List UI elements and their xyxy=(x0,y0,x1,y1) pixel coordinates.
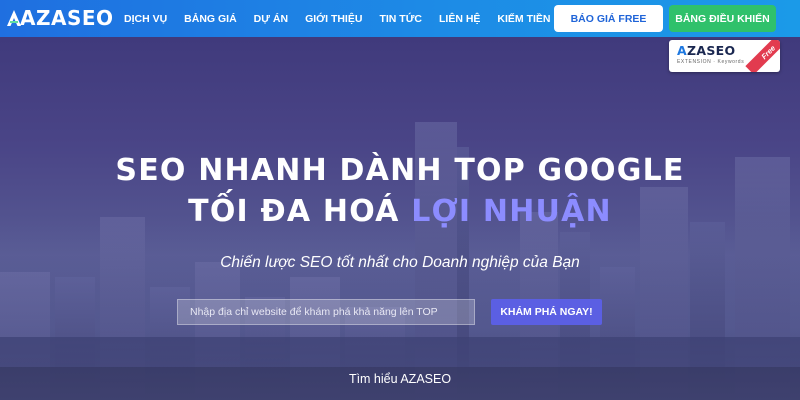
brand-logo[interactable]: AZASEO xyxy=(6,6,114,30)
headline-accent-text: LỢI NHUẬN xyxy=(411,194,612,229)
nav-item-pricing[interactable]: BẢNG GIÁ xyxy=(184,13,237,25)
explore-now-button[interactable]: KHÁM PHÁ NGAY! xyxy=(491,299,602,325)
nav-item-earn[interactable]: KIẾM TIỀN xyxy=(497,13,550,25)
hero-headline-line2: TỐI ĐA HOÁ LỢI NHUẬN xyxy=(0,194,800,229)
hero-section: AZASEO EXTENSION · Keywords Free SEO NHA… xyxy=(0,37,800,400)
headline-plain-text: TỐI ĐA HOÁ xyxy=(188,194,412,229)
hero-headline-line1: SEO NHANH DÀNH TOP GOOGLE xyxy=(115,153,685,188)
extension-logo-text: ZASEO xyxy=(686,43,736,58)
top-navigation-bar: AZASEO DỊCH VỤ BẢNG GIÁ DỰ ÁN GIỚI THIỆU… xyxy=(0,0,800,37)
free-ribbon: Free xyxy=(745,40,780,72)
extension-subtitle: EXTENSION · Keywords xyxy=(677,59,745,65)
logo-text: AZASEO xyxy=(20,6,114,30)
extension-badge[interactable]: AZASEO EXTENSION · Keywords Free xyxy=(669,40,780,72)
website-url-input[interactable] xyxy=(177,299,475,325)
free-quote-button[interactable]: BÁO GIÁ FREE xyxy=(554,5,663,32)
extension-logo: AZASEO xyxy=(677,43,736,58)
learn-more-link[interactable]: Tìm hiểu AZASEO xyxy=(0,372,800,386)
nav-item-projects[interactable]: DỰ ÁN xyxy=(254,13,288,25)
nav-item-contact[interactable]: LIÊN HỆ xyxy=(439,13,480,25)
nav-item-news[interactable]: TIN TỨC xyxy=(379,13,422,25)
hero-tagline: Chiến lược SEO tốt nhất cho Doanh nghiệp… xyxy=(220,254,580,271)
dashboard-button[interactable]: BẢNG ĐIỀU KHIỂN xyxy=(669,5,776,32)
main-menu: DỊCH VỤ BẢNG GIÁ DỰ ÁN GIỚI THIỆU TIN TỨ… xyxy=(124,0,568,37)
nav-item-about[interactable]: GIỚI THIỆU xyxy=(305,13,362,25)
nav-item-services[interactable]: DỊCH VỤ xyxy=(124,13,167,25)
